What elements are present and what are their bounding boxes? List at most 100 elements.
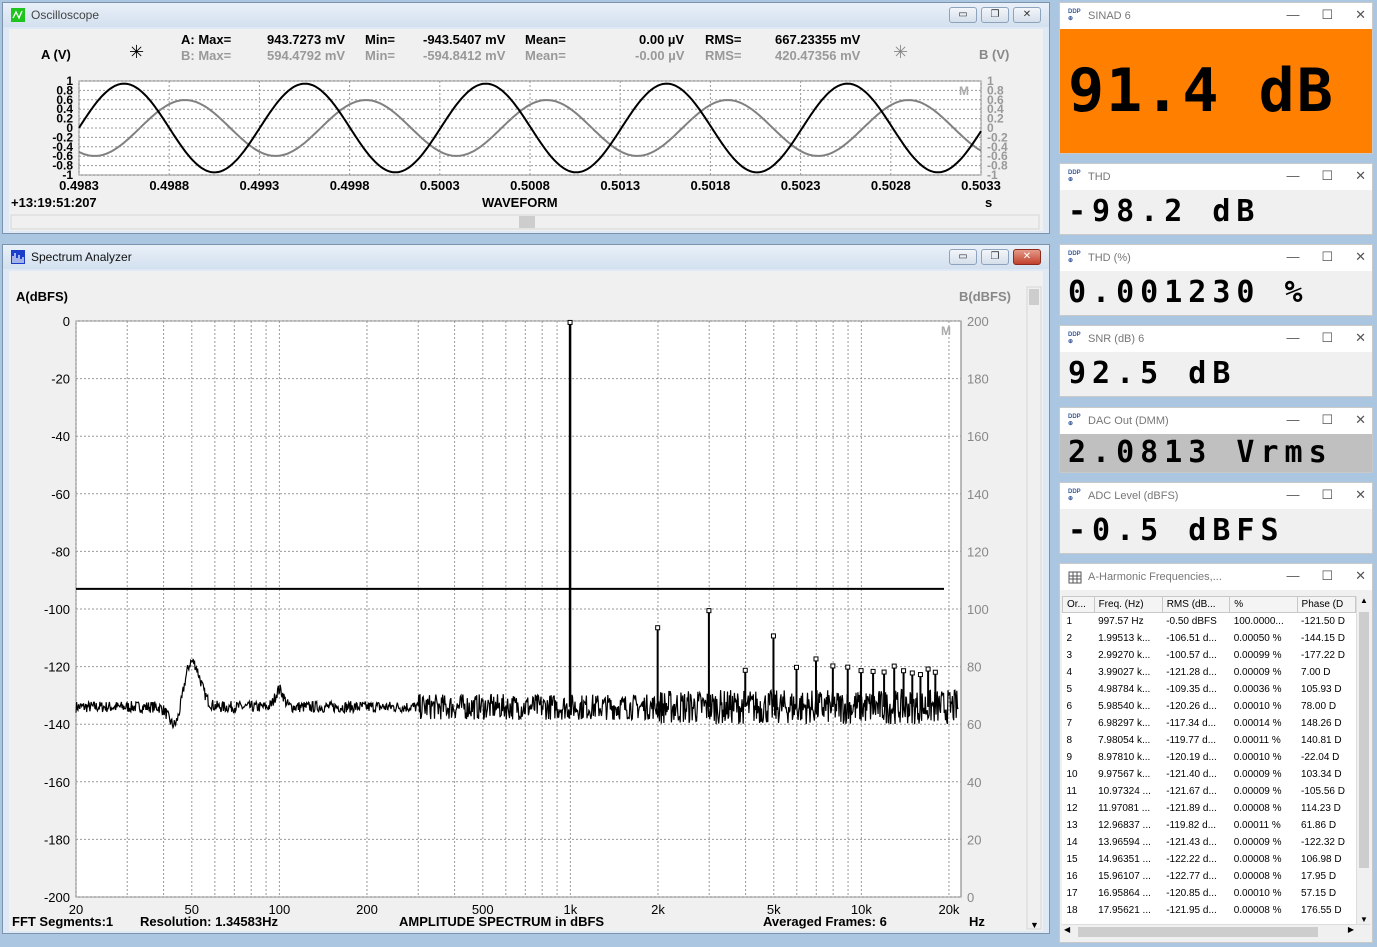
scroll-left-arrow-icon[interactable]: ◀ bbox=[1064, 925, 1070, 934]
harm-col-header[interactable]: % bbox=[1229, 596, 1298, 613]
table-row[interactable]: 5 4.98784 k... -109.35 d... 0.00036 % 105.93… bbox=[1063, 681, 1356, 698]
table-row[interactable]: 9 8.97810 k... -120.19 d... 0.00010 % -22.04… bbox=[1063, 749, 1356, 766]
harmonic-table-vscroll[interactable]: ▲ ▼ bbox=[1356, 596, 1371, 924]
maximize-button[interactable]: ❐ bbox=[981, 7, 1009, 23]
meter-5[interactable]: DDP ⊕ DAC Out (DMM) — ☐ ✕ 2.0813 Vrms bbox=[1059, 407, 1373, 473]
meter-1[interactable]: DDP ⊕ SINAD 6 — ☐ ✕ 91.4 dB bbox=[1059, 2, 1373, 154]
harm-col-header[interactable]: Or... bbox=[1062, 596, 1095, 613]
table-row[interactable]: 10 9.97567 k... -121.40 d... 0.00009 % 103.3… bbox=[1063, 766, 1356, 783]
table-row[interactable]: 16 15.96107 ... -122.77 d... 0.00008 % 17.95… bbox=[1063, 868, 1356, 885]
spectrum-titlebar[interactable]: Spectrum Analyzer ▭ ❐ ✕ bbox=[3, 245, 1049, 269]
table-cell: -177.22 D bbox=[1301, 650, 1345, 661]
osc-scrollbar-thumb[interactable] bbox=[519, 216, 535, 228]
oscilloscope-plot[interactable]: A (V) B (V) ✳ ✳ A: Max= 943.7273 mV Min=… bbox=[9, 29, 1043, 231]
table-cell: -121.95 d... bbox=[1166, 905, 1217, 916]
harmonic-table[interactable]: Or... Freq. (Hz) RMS (dB...% Phase (D 1 997.… bbox=[1062, 596, 1356, 919]
table-row[interactable]: 12 11.97081 ... -121.89 d... 0.00008 % 114.2… bbox=[1063, 800, 1356, 817]
spec-scrollbar-thumb[interactable] bbox=[1029, 289, 1039, 305]
trace-b-marker-icon[interactable]: ✳ bbox=[893, 42, 908, 62]
scroll-down-arrow-icon[interactable]: ▼ bbox=[1030, 920, 1039, 930]
close-button[interactable]: ✕ bbox=[1355, 330, 1366, 346]
meter-6[interactable]: DDP ⊕ ADC Level (dBFS) — ☐ ✕ -0.5 dBFS bbox=[1059, 482, 1373, 554]
maximize-button[interactable]: ☐ bbox=[1321, 568, 1333, 584]
harmonic-table-title: A-Harmonic Frequencies,... bbox=[1088, 571, 1222, 583]
harmonic-table-titlebar[interactable]: A-Harmonic Frequencies,... — ☐ ✕ bbox=[1060, 564, 1372, 590]
minimize-button[interactable]: — bbox=[1286, 249, 1299, 265]
osc-a-min-value: -943.5407 mV bbox=[423, 32, 506, 47]
close-button[interactable]: ✕ bbox=[1013, 249, 1041, 265]
meter-titlebar[interactable]: DDP ⊕ DAC Out (DMM) — ☐ ✕ bbox=[1060, 408, 1372, 434]
table-row[interactable]: 4 3.99027 k... -121.28 d... 0.00009 % 7.00 D bbox=[1063, 664, 1356, 681]
scroll-right-arrow-icon[interactable]: ▶ bbox=[1348, 925, 1354, 934]
table-row[interactable]: 13 12.96837 ... -119.82 d... 0.00011 % 61.86… bbox=[1063, 817, 1356, 834]
table-row[interactable]: 17 16.95864 ... -120.85 d... 0.00010 % 57.15… bbox=[1063, 885, 1356, 902]
minimize-button[interactable]: — bbox=[1286, 330, 1299, 346]
minimize-button[interactable]: — bbox=[1286, 168, 1299, 184]
scroll-up-arrow-icon[interactable]: ▲ bbox=[1357, 596, 1371, 605]
meter-titlebar[interactable]: DDP ⊕ THD — ☐ ✕ bbox=[1060, 164, 1372, 190]
table-cell: 140.81 D bbox=[1301, 735, 1342, 746]
harm-col-header[interactable]: RMS (dB... bbox=[1161, 596, 1231, 613]
oscilloscope-titlebar[interactable]: Oscilloscope ▭ ❐ ✕ bbox=[3, 3, 1049, 27]
table-row[interactable]: 18 17.95621 ... -121.95 d... 0.00008 % 176.5… bbox=[1063, 902, 1356, 919]
minimize-button[interactable]: — bbox=[1286, 568, 1299, 584]
table-cell: 0.00010 % bbox=[1233, 752, 1282, 763]
table-row[interactable]: 7 6.98297 k... -117.34 d... 0.00014 % 148.26… bbox=[1063, 715, 1356, 732]
ddp-icon: DDP ⊕ bbox=[1068, 170, 1081, 183]
meter-titlebar[interactable]: DDP ⊕ THD (%) — ☐ ✕ bbox=[1060, 245, 1372, 271]
spec-left-tick: 0 bbox=[63, 314, 70, 329]
close-button[interactable]: ✕ bbox=[1355, 7, 1366, 23]
maximize-button[interactable]: ☐ bbox=[1321, 168, 1333, 184]
table-cell: 7.98054 k... bbox=[1098, 735, 1151, 746]
close-button[interactable]: ✕ bbox=[1355, 168, 1366, 184]
meter-4[interactable]: DDP ⊕ SNR (dB) 6 — ☐ ✕ 92.5 dB bbox=[1059, 325, 1373, 397]
maximize-button[interactable]: ☐ bbox=[1321, 249, 1333, 265]
table-row[interactable]: 8 7.98054 k... -119.77 d... 0.00011 % 140.81… bbox=[1063, 732, 1356, 749]
spectrum-plot[interactable]: A(dBFS) B(dBFS) 0 -20 -40 -60 -80 -100 -120 -14… bbox=[9, 271, 1043, 931]
vscroll-thumb[interactable] bbox=[1359, 612, 1369, 868]
minimize-button[interactable]: — bbox=[1286, 7, 1299, 23]
table-cell: 100.0000... bbox=[1233, 616, 1284, 627]
meter-3[interactable]: DDP ⊕ THD (%) — ☐ ✕ 0.001230 % bbox=[1059, 244, 1373, 316]
close-button[interactable]: ✕ bbox=[1013, 7, 1041, 23]
harm-col-header[interactable]: Phase (D bbox=[1296, 596, 1356, 613]
harmonic-table-hscroll[interactable]: ◀ ▶ bbox=[1062, 924, 1370, 939]
close-button[interactable]: ✕ bbox=[1355, 249, 1366, 265]
table-row[interactable]: 6 5.98540 k... -120.26 d... 0.00010 % 78.00 … bbox=[1063, 698, 1356, 715]
close-button[interactable]: ✕ bbox=[1355, 487, 1366, 503]
close-button[interactable]: ✕ bbox=[1355, 412, 1366, 428]
spec-vertical-scrollbar[interactable] bbox=[1026, 286, 1042, 930]
table-row[interactable]: 11 10.97324 ... -121.67 d... 0.00009 % -105.… bbox=[1063, 783, 1356, 800]
maximize-button[interactable]: ☐ bbox=[1321, 412, 1333, 428]
spec-harmonic-marker-2 bbox=[655, 625, 661, 631]
hscroll-thumb[interactable] bbox=[1078, 927, 1318, 937]
table-cell: 0.00008 % bbox=[1233, 854, 1282, 865]
maximize-button[interactable]: ❐ bbox=[981, 249, 1009, 265]
meter-2[interactable]: DDP ⊕ THD — ☐ ✕ -98.2 dB bbox=[1059, 163, 1373, 235]
meter-value: 92.5 dB bbox=[1060, 352, 1372, 396]
maximize-button[interactable]: ☐ bbox=[1321, 330, 1333, 346]
table-row[interactable]: 3 2.99270 k... -100.57 d... 0.00099 % -177.2… bbox=[1063, 647, 1356, 664]
meter-titlebar[interactable]: DDP ⊕ SNR (dB) 6 — ☐ ✕ bbox=[1060, 326, 1372, 352]
meter-titlebar[interactable]: DDP ⊕ ADC Level (dBFS) — ☐ ✕ bbox=[1060, 483, 1372, 509]
table-row[interactable]: 15 14.96351 ... -122.22 d... 0.00008 % 106.9… bbox=[1063, 851, 1356, 868]
spec-x-tick: 20k bbox=[938, 902, 959, 917]
meter-titlebar[interactable]: DDP ⊕ SINAD 6 — ☐ ✕ bbox=[1060, 3, 1372, 29]
minimize-button[interactable]: ▭ bbox=[949, 7, 977, 23]
close-button[interactable]: ✕ bbox=[1355, 568, 1366, 584]
spec-harmonic-marker-14 bbox=[901, 668, 907, 674]
maximize-button[interactable]: ☐ bbox=[1321, 7, 1333, 23]
scroll-down-arrow-icon[interactable]: ▼ bbox=[1357, 915, 1371, 924]
maximize-button[interactable]: ☐ bbox=[1321, 487, 1333, 503]
minimize-button[interactable]: — bbox=[1286, 487, 1299, 503]
table-cell: 61.86 D bbox=[1301, 820, 1337, 831]
minimize-button[interactable]: ▭ bbox=[949, 249, 977, 265]
table-row[interactable]: 2 1.99513 k... -106.51 d... 0.00050 % -144.1… bbox=[1063, 630, 1356, 647]
minimize-button[interactable]: — bbox=[1286, 412, 1299, 428]
harm-col-header[interactable]: Freq. (Hz) bbox=[1093, 596, 1163, 613]
table-cell: -120.85 d... bbox=[1166, 888, 1217, 899]
trace-a-marker-icon[interactable]: ✳ bbox=[129, 42, 144, 62]
table-row[interactable]: 1 997.57 Hz -0.50 dBFS 100.0000... -121.50 D bbox=[1063, 613, 1356, 631]
table-row[interactable]: 14 13.96594 ... -121.43 d... 0.00009 % -122.… bbox=[1063, 834, 1356, 851]
spec-harmonic-marker-7 bbox=[813, 656, 819, 662]
